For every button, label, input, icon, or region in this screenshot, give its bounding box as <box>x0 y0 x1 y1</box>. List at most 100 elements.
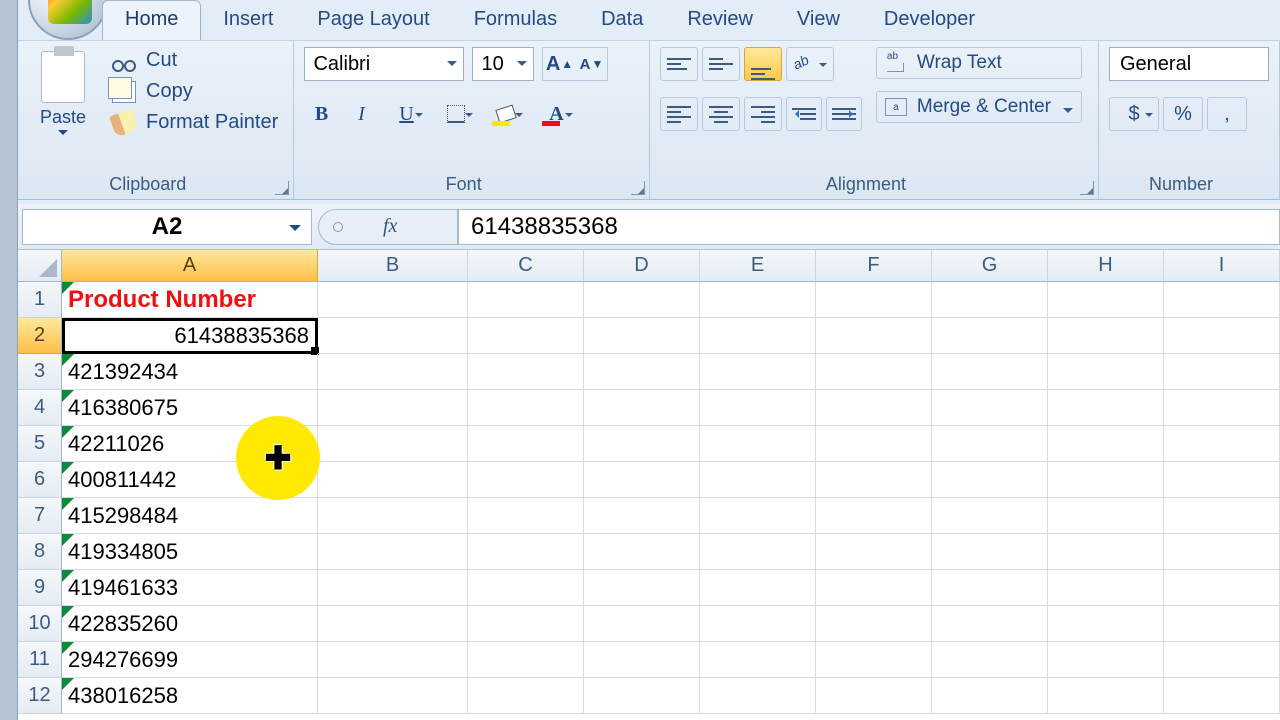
decrease-indent-button[interactable] <box>786 97 822 131</box>
cell[interactable] <box>1048 642 1164 678</box>
cell[interactable] <box>816 534 932 570</box>
cell[interactable] <box>1164 534 1280 570</box>
row-header-8[interactable]: 8 <box>18 534 62 570</box>
cell[interactable] <box>318 462 468 498</box>
cell-g2[interactable] <box>932 318 1048 354</box>
font-size-select[interactable]: 10 <box>472 47 534 81</box>
alignment-launcher[interactable] <box>1080 181 1094 195</box>
cell[interactable] <box>700 426 816 462</box>
copy-button[interactable]: Copy <box>112 80 278 103</box>
cell-a9[interactable]: 419461633 <box>62 570 318 606</box>
bold-button[interactable]: B <box>304 97 338 131</box>
formula-input[interactable]: 61438835368 <box>458 209 1280 245</box>
cell[interactable] <box>1164 570 1280 606</box>
underline-button[interactable]: U <box>384 97 428 131</box>
cell[interactable] <box>700 390 816 426</box>
cell[interactable] <box>1164 678 1280 714</box>
cell[interactable] <box>1048 426 1164 462</box>
cell[interactable] <box>584 678 700 714</box>
cell[interactable] <box>468 606 584 642</box>
fill-color-button[interactable] <box>484 97 528 131</box>
orientation-button[interactable]: ab <box>786 47 834 81</box>
col-header-a[interactable]: A <box>62 250 318 282</box>
col-header-h[interactable]: H <box>1048 250 1164 282</box>
row-header-5[interactable]: 5 <box>18 426 62 462</box>
cell-h2[interactable] <box>1048 318 1164 354</box>
cell[interactable] <box>932 534 1048 570</box>
cell[interactable] <box>816 354 932 390</box>
font-launcher[interactable] <box>631 181 645 195</box>
cell[interactable] <box>584 642 700 678</box>
tab-data[interactable]: Data <box>579 1 665 40</box>
percent-format-button[interactable]: % <box>1163 97 1203 131</box>
cell[interactable] <box>700 606 816 642</box>
cut-button[interactable]: Cut <box>112 49 278 72</box>
wrap-text-button[interactable]: Wrap Text <box>876 47 1082 79</box>
cell[interactable] <box>1164 390 1280 426</box>
cell[interactable] <box>932 426 1048 462</box>
shrink-font-button[interactable]: A▼ <box>575 48 607 80</box>
cell-f1[interactable] <box>816 282 932 318</box>
cell-c1[interactable] <box>468 282 584 318</box>
cell[interactable] <box>816 642 932 678</box>
cell-a10[interactable]: 422835260 <box>62 606 318 642</box>
cell-d2[interactable] <box>584 318 700 354</box>
cell[interactable] <box>318 606 468 642</box>
cell-e1[interactable] <box>700 282 816 318</box>
cell[interactable] <box>700 678 816 714</box>
cell[interactable] <box>1164 426 1280 462</box>
cell-d1[interactable] <box>584 282 700 318</box>
cell-a2[interactable]: 61438835368 <box>62 318 318 354</box>
tab-formulas[interactable]: Formulas <box>452 1 579 40</box>
format-painter-button[interactable]: Format Painter <box>112 111 278 134</box>
cell-c2[interactable] <box>468 318 584 354</box>
col-header-d[interactable]: D <box>584 250 700 282</box>
cell[interactable] <box>468 642 584 678</box>
cell-i1[interactable] <box>1164 282 1280 318</box>
cell[interactable] <box>932 642 1048 678</box>
align-left-button[interactable] <box>660 97 698 131</box>
col-header-f[interactable]: F <box>816 250 932 282</box>
cell-f2[interactable] <box>816 318 932 354</box>
cell[interactable] <box>318 354 468 390</box>
cell[interactable] <box>932 678 1048 714</box>
row-header-1[interactable]: 1 <box>18 282 62 318</box>
cell[interactable] <box>468 426 584 462</box>
cell[interactable] <box>318 534 468 570</box>
align-top-button[interactable] <box>660 47 698 81</box>
cell[interactable] <box>318 390 468 426</box>
cell[interactable] <box>1164 462 1280 498</box>
chevron-down-icon[interactable] <box>58 130 68 136</box>
cell[interactable] <box>468 390 584 426</box>
cell[interactable] <box>932 354 1048 390</box>
cell[interactable] <box>584 534 700 570</box>
cell-a12[interactable]: 438016258 <box>62 678 318 714</box>
cell[interactable] <box>468 354 584 390</box>
row-header-7[interactable]: 7 <box>18 498 62 534</box>
cell[interactable] <box>318 570 468 606</box>
row-header-10[interactable]: 10 <box>18 606 62 642</box>
paste-button[interactable]: Paste <box>28 47 98 136</box>
number-format-select[interactable]: General <box>1109 47 1269 81</box>
cell[interactable] <box>318 642 468 678</box>
cell[interactable] <box>816 462 932 498</box>
grow-font-button[interactable]: A▲ <box>543 48 575 80</box>
cell[interactable] <box>1164 642 1280 678</box>
cell[interactable] <box>816 678 932 714</box>
cell[interactable] <box>584 570 700 606</box>
cell[interactable] <box>1048 678 1164 714</box>
cell-b2[interactable] <box>318 318 468 354</box>
cell[interactable] <box>1048 570 1164 606</box>
cell[interactable] <box>700 534 816 570</box>
cell-e2[interactable] <box>700 318 816 354</box>
cell[interactable] <box>468 570 584 606</box>
align-middle-button[interactable] <box>702 47 740 81</box>
cell[interactable] <box>700 462 816 498</box>
cell[interactable] <box>468 498 584 534</box>
office-button[interactable] <box>28 0 108 40</box>
merge-center-button[interactable]: a Merge & Center <box>876 91 1082 123</box>
row-header-3[interactable]: 3 <box>18 354 62 390</box>
cell-i2[interactable] <box>1164 318 1280 354</box>
clipboard-launcher[interactable] <box>275 181 289 195</box>
cell-h1[interactable] <box>1048 282 1164 318</box>
